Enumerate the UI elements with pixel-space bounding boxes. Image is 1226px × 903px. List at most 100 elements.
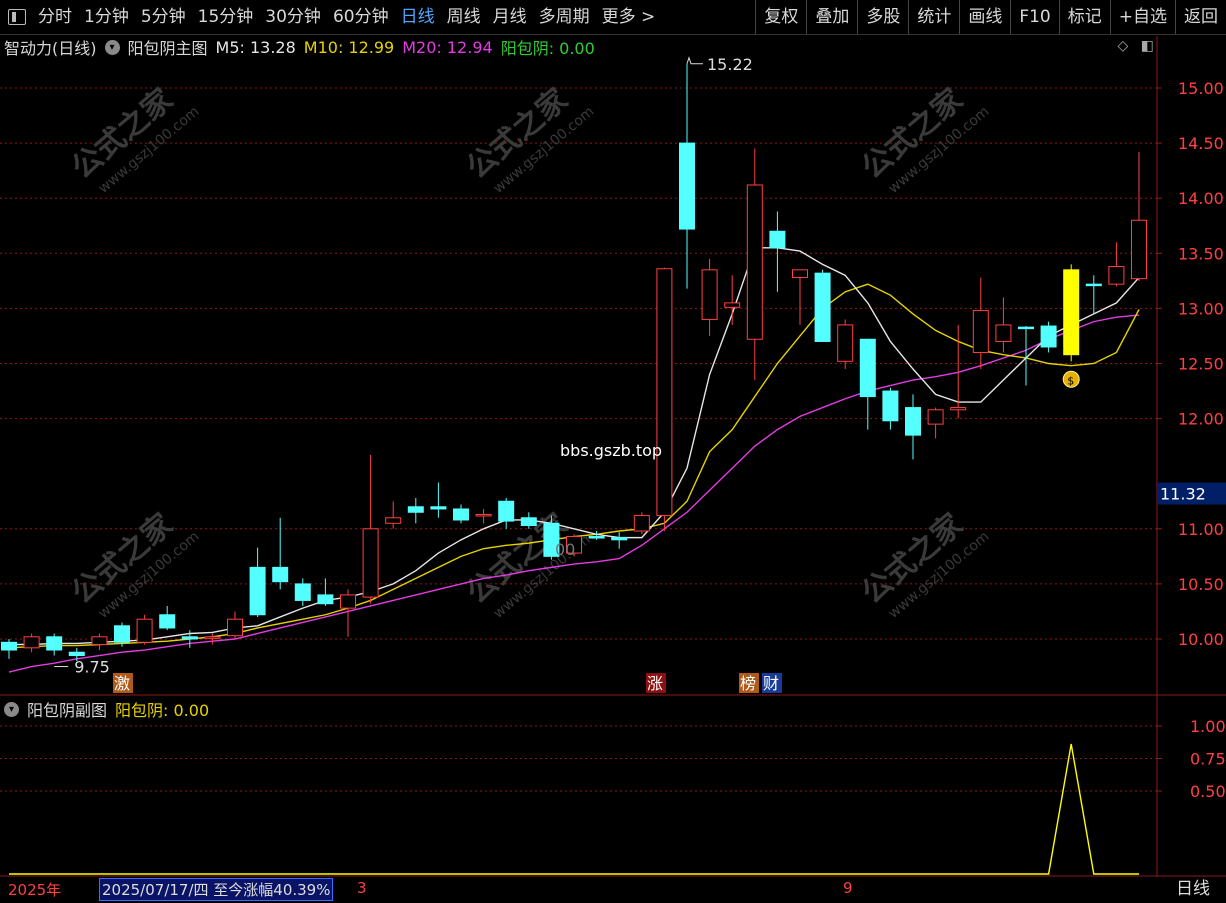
candlestick-chart[interactable]: 公式之家www.gszj100.com 公式之家www.gszj100.com 公式… <box>0 0 1226 903</box>
candle-body <box>407 506 424 513</box>
tab-weekly[interactable]: 周线 <box>441 0 487 34</box>
candle-body <box>385 517 402 524</box>
tab-15min[interactable]: 15分钟 <box>192 0 260 34</box>
overlay-button[interactable]: 叠加 <box>806 0 857 34</box>
candle <box>114 622 130 647</box>
candle <box>588 531 605 540</box>
restore-rights-button[interactable]: 复权 <box>755 0 806 34</box>
candle-body <box>1 641 17 651</box>
candle <box>68 647 85 662</box>
panel-toggle-icon[interactable] <box>8 9 26 25</box>
candle-body <box>701 269 718 320</box>
candle-body <box>724 302 741 308</box>
tab-30min[interactable]: 30分钟 <box>259 0 327 34</box>
chart-top-icons: ◇ ◧ <box>1118 38 1154 54</box>
candle-body <box>995 324 1012 342</box>
candle-body <box>317 594 334 605</box>
candle <box>1085 275 1102 314</box>
tab-1min[interactable]: 1分钟 <box>78 0 135 34</box>
draw-line-button[interactable]: 画线 <box>959 0 1010 34</box>
price-tick-label: 12.50 <box>1178 355 1224 374</box>
watermark: 公式之家www.gszj100.com <box>460 82 598 197</box>
formula-name[interactable]: 阳包阴主图 <box>128 35 208 59</box>
action-buttons: 复权 叠加 多股 统计 画线 F10 标记 +自选 返回 <box>755 0 1226 34</box>
watermark-url: www.gszj100.com <box>491 104 598 197</box>
candle-body <box>792 269 808 279</box>
money-bag-icon <box>1062 370 1080 388</box>
candle <box>792 269 808 325</box>
candle <box>633 512 650 535</box>
main-chart-header: 智动力(日线) ▾ 阳包阴主图 M5: 13.28 M10: 12.99 M20… <box>4 35 603 59</box>
window-toggle-icon[interactable]: ◧ <box>1141 38 1154 54</box>
price-tick-label: 10.50 <box>1178 575 1224 594</box>
period-label[interactable]: 日线 <box>1160 877 1226 901</box>
mark-button[interactable]: 标记 <box>1058 0 1110 34</box>
candle <box>1040 321 1057 353</box>
indicator-name[interactable]: 智动力(日线) <box>4 35 97 59</box>
m10-value: M10: 12.99 <box>303 37 395 57</box>
sub-formula-dropdown-icon[interactable]: ▾ <box>4 701 19 717</box>
candle <box>746 148 763 381</box>
tag-zhang: 涨 <box>647 674 663 693</box>
diamond-icon[interactable]: ◇ <box>1118 38 1129 54</box>
tab-60min[interactable]: 60分钟 <box>327 0 395 34</box>
candle <box>1018 326 1034 386</box>
candle-body <box>159 614 176 629</box>
candle <box>23 633 40 653</box>
m5-line <box>9 247 1140 646</box>
signal-line <box>9 743 1139 875</box>
candle-body <box>927 409 944 425</box>
back-button[interactable]: 返回 <box>1175 0 1226 34</box>
tab-more[interactable]: 更多 > <box>596 0 662 34</box>
candle <box>317 578 334 606</box>
multi-stock-button[interactable]: 多股 <box>857 0 908 34</box>
candle-body <box>859 338 876 398</box>
candle <box>656 267 673 532</box>
tab-fenshi[interactable]: 分时 <box>32 0 78 34</box>
tab-daily[interactable]: 日线 <box>395 0 441 34</box>
candle-body <box>746 184 763 340</box>
candle <box>204 633 221 645</box>
candle-body <box>249 566 266 616</box>
tab-monthly[interactable]: 月线 <box>487 0 533 34</box>
tag-ji: 激 <box>114 674 130 693</box>
candle-body <box>114 625 130 643</box>
candle <box>814 269 831 342</box>
price-tick-label: 10.00 <box>1178 630 1224 649</box>
candle <box>159 605 176 631</box>
tab-multi-period[interactable]: 多周期 <box>533 0 596 34</box>
sub-formula-name[interactable]: 阳包阴副图 <box>27 697 107 721</box>
candle <box>91 633 108 651</box>
candle-body <box>1040 325 1057 348</box>
candle-body <box>204 636 221 639</box>
candle-body <box>294 583 311 601</box>
candle <box>1108 242 1125 287</box>
candle <box>769 211 786 292</box>
candle-body <box>23 636 40 649</box>
candle-body <box>566 536 582 554</box>
candle <box>249 547 266 617</box>
m20-line <box>8 314 1140 673</box>
price-tick-label: 14.50 <box>1178 134 1224 153</box>
f10-button[interactable]: F10 <box>1010 0 1058 34</box>
candle <box>1131 151 1147 281</box>
add-watchlist-button[interactable]: +自选 <box>1109 0 1175 34</box>
current-price-label: 11.32 <box>1160 485 1206 504</box>
candle-body <box>1018 326 1034 330</box>
candle-body <box>972 310 989 353</box>
candle-body <box>679 142 695 230</box>
formula-dropdown-icon[interactable]: ▾ <box>104 39 120 55</box>
date-bar: 2025年 2025/07/17/四 至今涨幅40.39% 3 9 <box>0 877 1160 901</box>
watermark-text: 公式之家 <box>65 507 179 611</box>
m20-value: M20: 12.94 <box>402 37 493 57</box>
candle <box>611 532 628 549</box>
current-price-box <box>1158 482 1226 505</box>
candle <box>543 515 560 560</box>
candle-body <box>1085 283 1102 287</box>
tag-bang-bg <box>739 673 759 693</box>
watermark-text: 公式之家 <box>460 82 574 186</box>
candle <box>679 63 695 289</box>
statistics-button[interactable]: 统计 <box>908 0 959 34</box>
tab-5min[interactable]: 5分钟 <box>135 0 192 34</box>
candle <box>882 387 899 430</box>
